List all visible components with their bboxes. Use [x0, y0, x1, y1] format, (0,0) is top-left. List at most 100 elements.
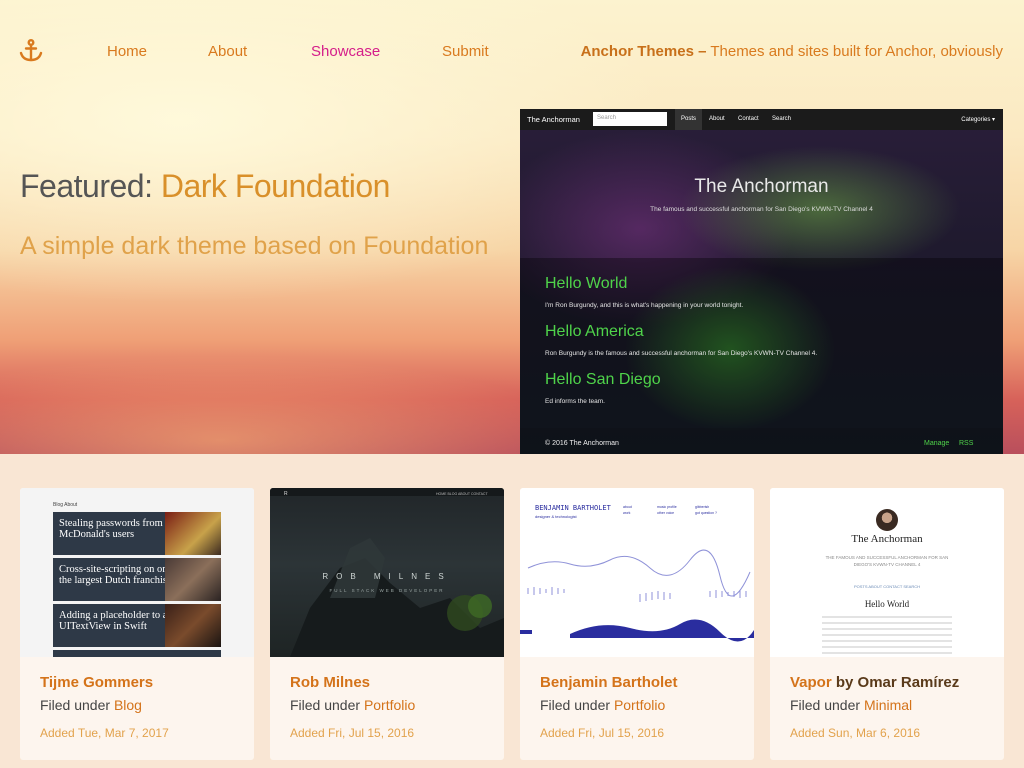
svg-text:R: R — [284, 491, 288, 497]
nav-home-link[interactable]: Home — [107, 43, 147, 60]
thumb-post-title: Hello World — [864, 599, 910, 609]
preview-post-text: Ron Burgundy is the famous and successfu… — [545, 350, 818, 357]
card-filed-label: Filed under — [540, 697, 611, 713]
card-category-link[interactable]: Portfolio — [614, 697, 665, 713]
card-title[interactable]: Vapor by Omar Ramírez — [790, 674, 959, 691]
theme-thumbnail[interactable]: BENJAMIN BARTHOLET designer & technologi… — [520, 488, 754, 657]
thumb-post-tile: Adding a placeholder to a UITextView in … — [53, 604, 221, 647]
featured-title: Featured: Dark Foundation — [20, 168, 390, 205]
card-date: Added Fri, Jul 15, 2016 — [540, 726, 665, 740]
site-tagline: Anchor Themes – Themes and sites built f… — [581, 43, 1003, 60]
preview-nav-search: Search — [772, 116, 792, 122]
theme-card[interactable]: The Anchorman THE FAMOUS AND SUCCESSFUL … — [770, 488, 1004, 760]
card-category: Filed under Portfolio — [290, 697, 415, 713]
preview-post-title: Hello World — [545, 275, 628, 292]
card-title[interactable]: Tijme Gommers — [40, 674, 153, 691]
avatar — [876, 509, 898, 531]
thumb-waveform-image: about work music profile other voice gibbe… — [520, 505, 754, 642]
nav-about-link[interactable]: About — [208, 43, 247, 60]
site-description: Themes and sites built for Anchor, obvio… — [710, 43, 1003, 60]
card-title-link[interactable]: Rob Milnes — [290, 674, 370, 691]
svg-text:music profile: music profile — [657, 505, 677, 509]
card-category: Filed under Minimal — [790, 697, 912, 713]
featured-prefix: Featured: — [20, 168, 153, 204]
nav-showcase-link[interactable]: Showcase — [311, 43, 380, 60]
preview-post-title: Hello San Diego — [545, 371, 661, 388]
card-category-link[interactable]: Blog — [114, 697, 142, 713]
featured-theme-link[interactable]: Dark Foundation — [161, 168, 391, 204]
card-date: Added Sun, Mar 6, 2016 — [790, 726, 921, 740]
card-filed-label: Filed under — [40, 697, 111, 713]
thumb-post-tile: Stealing passwords from McDonald's users — [53, 512, 221, 555]
preview-manage-link: Manage — [924, 440, 950, 447]
thumb-text-line — [822, 646, 952, 648]
featured-preview-image[interactable]: The Anchorman Search Posts About Contact… — [520, 109, 1003, 454]
theme-thumbnail[interactable]: The Anchorman THE FAMOUS AND SUCCESSFUL … — [770, 488, 1004, 657]
card-category: Filed under Blog — [40, 697, 142, 713]
svg-text:gibberish: gibberish — [695, 505, 709, 509]
preview-post-text: Ed informs the team. — [545, 398, 605, 405]
thumb-post-image — [165, 604, 221, 647]
preview-hero-subtitle: The famous and successful anchorman for … — [650, 206, 873, 213]
card-title-link[interactable]: Benjamin Bartholet — [540, 674, 678, 691]
site-dash: – — [698, 43, 707, 60]
thumb-text-line — [822, 628, 952, 630]
theme-card[interactable]: R HOME BLOG ABOUT CONTACT ROB MILNES FUL… — [270, 488, 504, 760]
card-title[interactable]: Benjamin Bartholet — [540, 674, 678, 691]
card-category-link[interactable]: Portfolio — [364, 697, 415, 713]
preview-navbar: The Anchorman Search Posts About Contact… — [520, 109, 1003, 130]
thumb-title: ROB MILNES — [322, 572, 452, 581]
thumb-nav-links: POSTS ABOUT CONTACT SEARCH — [853, 584, 920, 589]
preview-categories: Categories ▾ — [961, 117, 995, 123]
preview-nav-contact: Contact — [738, 116, 759, 122]
card-filed-label: Filed under — [290, 697, 361, 713]
thumb-post-tile — [53, 650, 221, 657]
thumb-post-image — [165, 512, 221, 555]
preview-rss-link: RSS — [959, 440, 974, 447]
preview-nav-posts: Posts — [675, 109, 703, 130]
preview-hero-title: The Anchorman — [694, 176, 829, 197]
svg-text:about: about — [623, 505, 632, 509]
thumb-text-line — [822, 634, 952, 636]
preview-post-text: I'm Ron Burgundy, and this is what's hap… — [545, 302, 744, 309]
svg-text:work: work — [623, 511, 631, 515]
card-title-link[interactable]: Tijme Gommers — [40, 674, 153, 691]
thumb-post-tile: Cross-site-scripting on one of the large… — [53, 558, 221, 601]
preview-post-title: Hello America — [545, 323, 644, 340]
top-navigation: Home About Showcase Submit Anchor Themes… — [0, 0, 1024, 100]
thumb-title: The Anchorman — [851, 533, 923, 545]
anchor-icon[interactable] — [18, 38, 44, 64]
thumb-subtitle: FULL STACK WEB DEVELOPER — [329, 588, 445, 593]
card-category: Filed under Portfolio — [540, 697, 665, 713]
preview-brand: The Anchorman — [527, 115, 580, 124]
card-title[interactable]: Rob Milnes — [290, 674, 370, 691]
theme-thumbnail[interactable]: R HOME BLOG ABOUT CONTACT ROB MILNES FUL… — [270, 488, 504, 657]
preview-copyright: © 2016 The Anchorman — [545, 440, 619, 447]
svg-text:other voice: other voice — [657, 511, 674, 515]
thumb-nav: Blog About — [53, 502, 78, 508]
thumb-text-line — [822, 622, 952, 624]
featured-description: A simple dark theme based on Foundation — [20, 232, 489, 260]
card-date: Added Tue, Mar 7, 2017 — [40, 726, 169, 740]
card-author: by Omar Ramírez — [835, 674, 960, 691]
theme-card[interactable]: BENJAMIN BARTHOLET designer & technologi… — [520, 488, 754, 760]
card-title-link[interactable]: Vapor — [790, 674, 832, 691]
preview-nav-about: About — [709, 116, 725, 122]
thumb-subtitle: THE FAMOUS AND SUCCESSFUL ANCHORMAN FOR … — [825, 555, 949, 567]
nav-submit-link[interactable]: Submit — [442, 43, 489, 60]
site-name[interactable]: Anchor Themes — [581, 43, 694, 60]
preview-footer: © 2016 The Anchorman Manage RSS — [520, 428, 1003, 454]
preview-posts: Hello World I'm Ron Burgundy, and this i… — [520, 258, 1003, 428]
card-date: Added Fri, Jul 15, 2016 — [290, 726, 415, 740]
thumb-text-line — [822, 616, 952, 618]
preview-search-field: Search — [593, 112, 667, 126]
thumb-text-line — [822, 652, 952, 654]
svg-text:HOME BLOG ABOUT CONTACT: HOME BLOG ABOUT CONTACT — [436, 492, 488, 496]
thumb-post-image — [165, 558, 221, 601]
theme-thumbnail[interactable]: Blog About Stealing passwords from McDon… — [20, 488, 254, 657]
thumb-text-line — [822, 640, 952, 642]
theme-card[interactable]: Blog About Stealing passwords from McDon… — [20, 488, 254, 760]
card-category-link[interactable]: Minimal — [864, 697, 912, 713]
svg-text:got question ?: got question ? — [695, 511, 717, 515]
card-filed-label: Filed under — [790, 697, 861, 713]
